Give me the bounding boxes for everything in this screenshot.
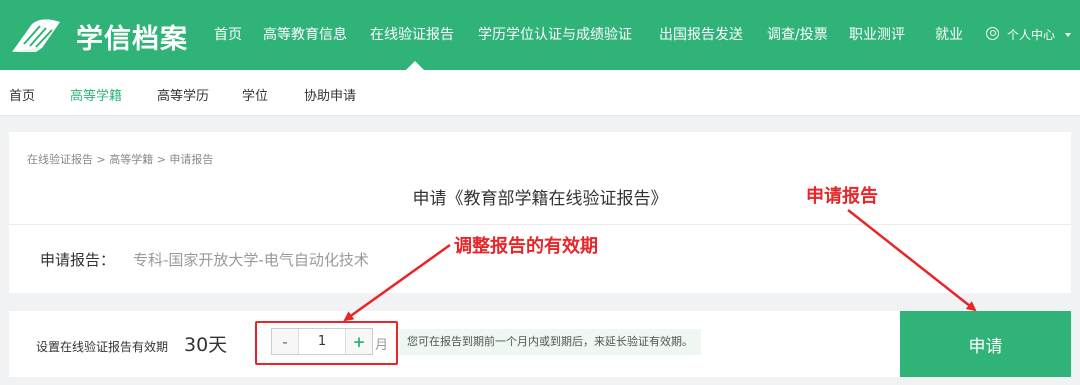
arrow-to-apply-button: [847, 209, 977, 312]
arrow-to-stepper: [343, 243, 451, 322]
annotation-arrows: [343, 209, 977, 322]
